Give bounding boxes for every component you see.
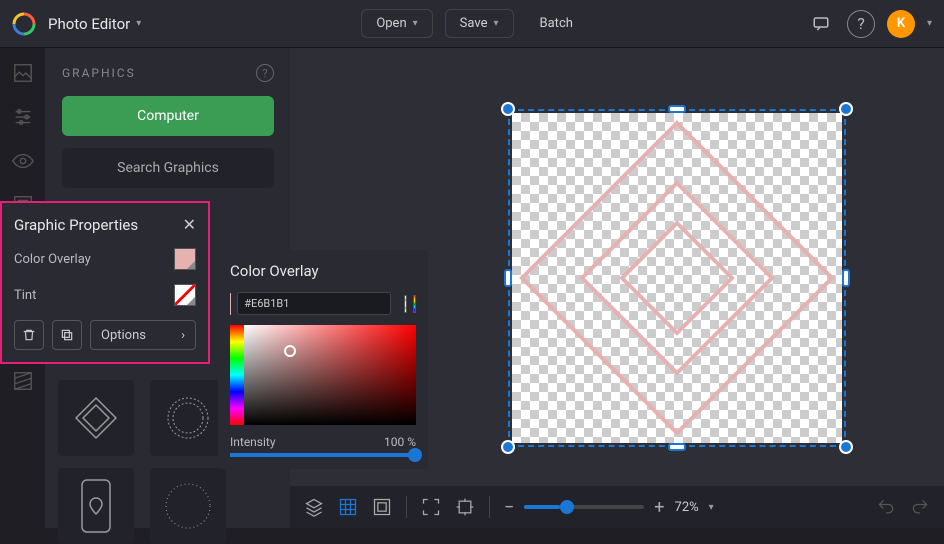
avatar[interactable]: K: [887, 10, 915, 38]
feedback-icon[interactable]: [807, 10, 835, 38]
color-gradient[interactable]: [230, 325, 416, 425]
tint-swatch[interactable]: [174, 284, 196, 306]
color-panel-title: Color Overlay: [230, 262, 416, 280]
canvas[interactable]: [512, 113, 842, 443]
graphic-properties-panel: Graphic Properties ✕ Color Overlay Tint …: [0, 201, 210, 364]
current-color-swatch[interactable]: [230, 293, 231, 315]
color-picker-icon[interactable]: [413, 295, 416, 313]
texture-icon[interactable]: [12, 370, 34, 392]
graphic-thumb[interactable]: [150, 468, 226, 544]
topbar-center: Open▾ Save▾ Batch: [361, 9, 587, 38]
layers-icon[interactable]: [304, 497, 324, 517]
image-icon[interactable]: [12, 62, 34, 84]
zoom-slider-wrap: − + 72% ▾: [504, 497, 714, 518]
panel-actions: Options›: [14, 320, 196, 350]
slider-thumb[interactable]: [408, 448, 422, 462]
sliders-icon[interactable]: [12, 106, 34, 128]
color-overlay-row[interactable]: Color Overlay: [14, 248, 196, 270]
eyedropper-icon[interactable]: [397, 294, 398, 314]
chevron-down-icon: ▾: [136, 18, 141, 29]
color-overlay-panel: Color Overlay Intensity 100 %: [218, 250, 428, 469]
graphic-shape[interactable]: [512, 113, 842, 443]
sv-thumb[interactable]: [284, 345, 296, 357]
resize-handle[interactable]: [668, 443, 686, 451]
help-icon[interactable]: ?: [847, 10, 875, 38]
tint-label: Tint: [14, 288, 36, 303]
undo-icon[interactable]: [876, 497, 896, 517]
duplicate-button[interactable]: [52, 320, 82, 350]
options-button[interactable]: Options›: [90, 320, 196, 350]
fit-icon[interactable]: [421, 497, 441, 517]
grid-icon[interactable]: [338, 497, 358, 517]
eye-icon[interactable]: [12, 150, 34, 172]
search-graphics-button[interactable]: Search Graphics: [62, 148, 274, 188]
intensity-label: Intensity: [230, 435, 276, 449]
bottombar: − + 72% ▾: [290, 486, 944, 528]
intensity-row: Intensity 100 %: [230, 435, 416, 449]
intensity-value: 100 %: [384, 435, 416, 449]
actual-size-icon[interactable]: [455, 497, 475, 517]
sidebar-header: GRAPHICS ?: [62, 64, 274, 82]
zoom-in-icon[interactable]: +: [654, 497, 664, 518]
intensity-slider[interactable]: [230, 453, 416, 457]
resize-handle[interactable]: [504, 269, 512, 287]
graphic-thumb[interactable]: [150, 380, 226, 456]
hue-slider[interactable]: [230, 325, 244, 425]
app-title-dropdown[interactable]: Photo Editor ▾: [48, 15, 141, 33]
panel-header: Graphic Properties ✕: [14, 215, 196, 234]
saturation-value-area[interactable]: [244, 325, 416, 425]
zoom-slider[interactable]: [524, 505, 644, 509]
topbar: Photo Editor ▾ Open▾ Save▾ Batch ? K ▾: [0, 0, 944, 48]
graphics-thumbnails-2: [58, 468, 226, 544]
resize-handle[interactable]: [668, 105, 686, 113]
open-button[interactable]: Open▾: [361, 9, 432, 38]
graphic-thumb[interactable]: [58, 380, 134, 456]
app-title-label: Photo Editor: [48, 15, 130, 33]
redo-icon[interactable]: [910, 497, 930, 517]
panel-title: Graphic Properties: [14, 216, 138, 234]
tint-row[interactable]: Tint: [14, 284, 196, 306]
graphic-thumb[interactable]: [58, 468, 134, 544]
canvas-icon[interactable]: [372, 497, 392, 517]
close-icon[interactable]: ✕: [183, 215, 196, 234]
chevron-down-icon[interactable]: ▾: [709, 502, 714, 513]
batch-button[interactable]: Batch: [526, 9, 587, 38]
chevron-down-icon: ▾: [493, 18, 498, 29]
color-overlay-label: Color Overlay: [14, 252, 91, 267]
app-logo: [12, 12, 36, 36]
zoom-out-icon[interactable]: −: [504, 497, 514, 518]
help-icon[interactable]: ?: [256, 64, 274, 82]
resize-handle[interactable]: [842, 269, 850, 287]
save-button[interactable]: Save▾: [445, 9, 514, 38]
hex-input[interactable]: [237, 292, 391, 315]
color-overlay-swatch[interactable]: [174, 248, 196, 270]
chevron-down-icon: ▾: [413, 18, 418, 29]
sidebar-title: GRAPHICS: [62, 66, 136, 80]
color-input-row: [230, 292, 416, 315]
chevron-right-icon: ›: [181, 328, 185, 343]
no-color-icon[interactable]: [404, 295, 407, 313]
topbar-right: ? K ▾: [807, 10, 932, 38]
slider-thumb[interactable]: [560, 500, 574, 514]
zoom-value: 72%: [675, 500, 699, 515]
delete-button[interactable]: [14, 320, 44, 350]
graphics-thumbnails: [58, 380, 226, 456]
computer-button[interactable]: Computer: [62, 96, 274, 136]
chevron-down-icon[interactable]: ▾: [927, 18, 932, 29]
